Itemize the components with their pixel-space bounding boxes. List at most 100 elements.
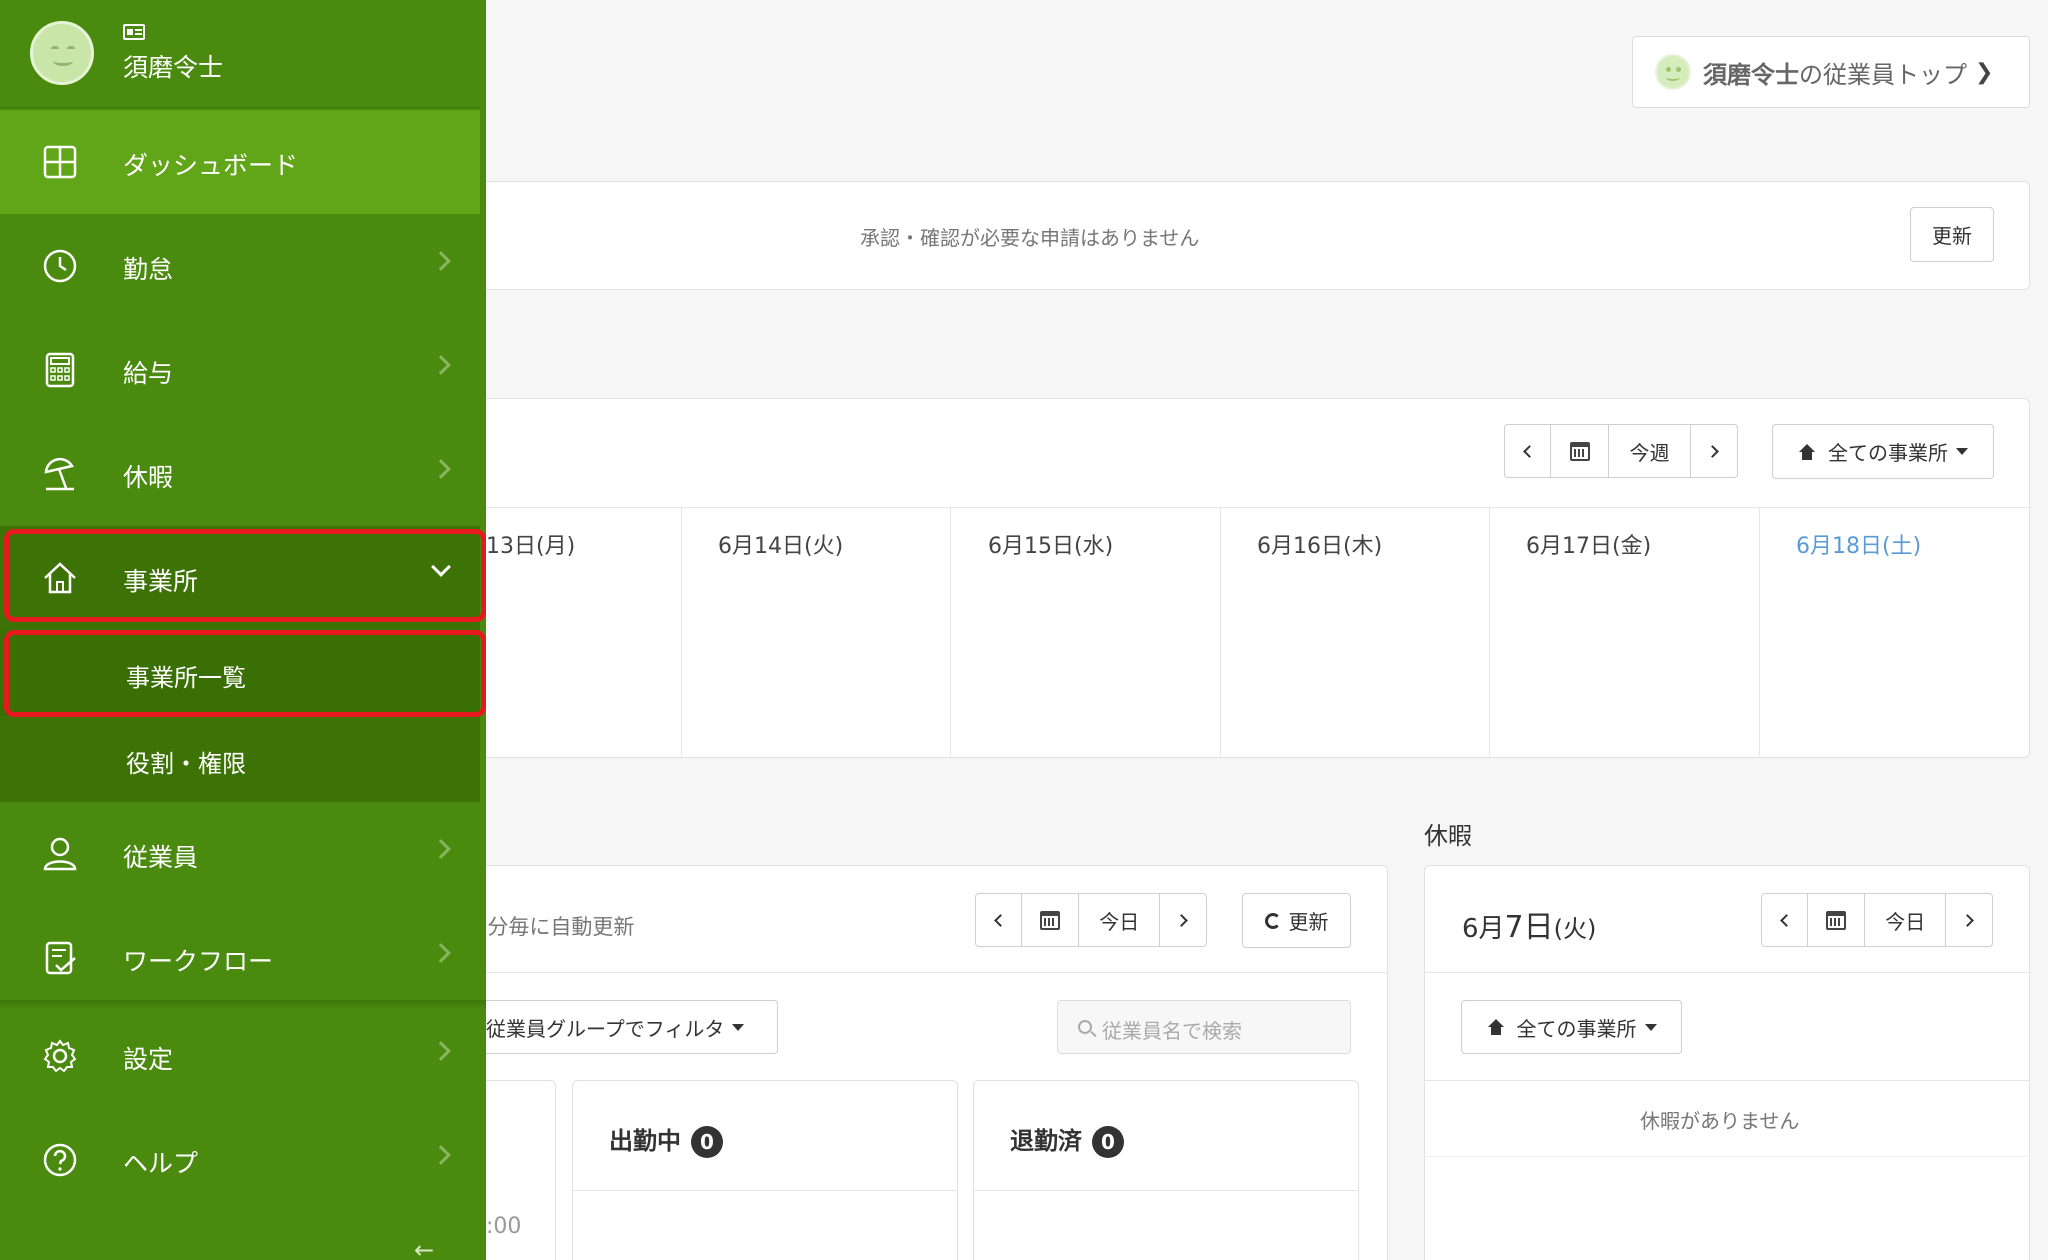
approvals-refresh-button[interactable]: 更新: [1910, 207, 1994, 262]
highlight-offices: [4, 529, 486, 622]
chevron-left-icon: [1779, 913, 1793, 927]
refresh-icon: [1264, 912, 1281, 929]
search-placeholder: 従業員名で検索: [1102, 1019, 1242, 1043]
day-label: 6月14日(火): [718, 534, 844, 559]
schedule-calendar-button[interactable]: [1551, 425, 1609, 477]
avatar: [30, 21, 94, 85]
sidebar-item-payroll[interactable]: 給与: [0, 318, 480, 422]
sidebar-item-vacation[interactable]: 休暇: [0, 422, 480, 526]
attendance-refresh-label: 更新: [1288, 910, 1329, 934]
chevron-left-icon: [1523, 444, 1536, 458]
clock-icon: [43, 249, 77, 283]
sidebar-item-label: ヘルプ: [123, 1149, 199, 1178]
sidebar-item-settings[interactable]: 設定: [0, 1004, 480, 1108]
day-label-saturday: 6月18日(土): [1796, 534, 1922, 559]
calendar-icon: [1039, 910, 1060, 930]
day-label: 6月17日(金): [1526, 534, 1652, 559]
employee-top-name: 須磨令士: [1703, 60, 1799, 89]
chevron-right-icon: [431, 943, 451, 963]
home-icon: [1487, 1019, 1505, 1035]
sidebar-item-employees[interactable]: 従業員: [0, 802, 480, 906]
sidebar-item-dashboard[interactable]: ダッシュボード: [0, 110, 480, 214]
chevron-right-icon: [431, 839, 451, 859]
schedule-office-filter[interactable]: 全ての事業所: [1772, 424, 1994, 479]
attendance-refresh-button[interactable]: 更新: [1242, 893, 1351, 948]
sidebar-item-help[interactable]: ヘルプ: [0, 1108, 480, 1212]
day-label: 6月16日(木): [1257, 534, 1383, 559]
sidebar-collapse-arrow-icon[interactable]: ←: [414, 1236, 434, 1260]
vacation-today-button[interactable]: 今日: [1865, 894, 1947, 946]
left-label: 退勤済: [1010, 1127, 1082, 1155]
chevron-right-icon: ❯: [1975, 59, 1994, 85]
attendance-column-working: 出勤中 0: [572, 1080, 958, 1260]
sidebar: 須磨令士 ダッシュボード 勤怠 給与 休暇 事業所 事業所一覧 役割・権限 従業…: [0, 0, 486, 1260]
attendance-day-nav: 今日: [975, 893, 1207, 947]
group-filter-button[interactable]: 従業員グループでフィルタ: [470, 1000, 778, 1054]
highlight-office-list: [4, 630, 486, 717]
chevron-right-icon: [431, 459, 451, 479]
schedule-this-week-button[interactable]: 今週: [1609, 425, 1691, 477]
chevron-right-icon: [1174, 913, 1188, 927]
help-icon: [43, 1143, 77, 1177]
attendance-next-button[interactable]: [1160, 894, 1206, 946]
gear-icon: [43, 1039, 77, 1073]
checklist-icon: [45, 941, 76, 975]
chevron-right-icon: [1960, 913, 1974, 927]
vacation-section-title: 休暇: [1424, 822, 1472, 850]
smiley-icon: [1655, 54, 1691, 90]
vacation-list-divider: [1424, 1080, 2030, 1081]
sidebar-username: 須磨令士: [123, 53, 224, 82]
chevron-right-icon: [431, 251, 451, 271]
vacation-calendar-button[interactable]: [1808, 894, 1866, 946]
sidebar-item-label: 従業員: [123, 843, 199, 872]
sidebar-item-label: ダッシュボード: [123, 151, 299, 180]
schedule-prev-button[interactable]: [1505, 425, 1551, 477]
day-column: [950, 508, 951, 756]
vacation-day-nav: 今日: [1761, 893, 1993, 947]
schedule-next-button[interactable]: [1691, 425, 1737, 477]
left-count-badge: 0: [1092, 1126, 1124, 1158]
attendance-column-left: 退勤済 0: [973, 1080, 1359, 1260]
day-column: [681, 508, 682, 756]
sidebar-user[interactable]: 須磨令士: [0, 0, 480, 108]
sidebar-item-attendance[interactable]: 勤怠: [0, 214, 480, 318]
day-label: 6月15日(水): [988, 534, 1114, 559]
vacation-next-button[interactable]: [1946, 894, 1992, 946]
id-card-icon: [123, 24, 145, 40]
column-header-divider: [974, 1190, 1358, 1191]
vacation-office-filter[interactable]: 全ての事業所: [1461, 1000, 1682, 1054]
employee-search-box[interactable]: 従業員名で検索: [1057, 1000, 1351, 1054]
employee-top-button[interactable]: 須磨令士 の従業員トップ ❯: [1632, 36, 2030, 108]
day-label: 13日(月): [486, 534, 576, 559]
auto-refresh-text: 5分毎に自動更新: [474, 915, 635, 939]
day-column: [1759, 508, 1760, 756]
sidebar-subitem-roles[interactable]: 役割・権限: [0, 716, 480, 802]
time-fragment: :00: [486, 1214, 522, 1239]
sidebar-subitem-label: 役割・権限: [126, 750, 246, 778]
sidebar-item-workflow[interactable]: ワークフロー: [0, 906, 480, 1010]
dashboard-icon: [43, 145, 77, 179]
sidebar-item-label: 設定: [123, 1045, 174, 1074]
sidebar-item-label: 給与: [123, 359, 174, 388]
calendar-icon: [1569, 441, 1590, 461]
schedule-header-divider: [470, 507, 2030, 508]
approvals-card: [470, 181, 2030, 290]
day-column: [1489, 508, 1490, 756]
schedule-week-nav: 今週: [1504, 424, 1738, 478]
sidebar-item-label: 休暇: [123, 463, 174, 492]
chevron-right-icon: [431, 355, 451, 375]
attendance-calendar-button[interactable]: [1022, 894, 1080, 946]
vacation-list-divider: [1424, 1156, 2030, 1157]
caret-down-icon: [1644, 1023, 1657, 1031]
chevron-right-icon: [431, 1145, 451, 1165]
employee-top-suffix: の従業員トップ: [1799, 60, 1967, 89]
vacation-prev-button[interactable]: [1762, 894, 1808, 946]
attendance-today-button[interactable]: 今日: [1079, 894, 1161, 946]
column-header-divider: [573, 1190, 957, 1191]
working-label: 出勤中: [609, 1127, 681, 1155]
home-icon: [1798, 443, 1816, 460]
vacation-date: 6月7日(火): [1462, 902, 1596, 946]
attendance-header-divider: [470, 972, 1388, 973]
vacation-date-month: 6月: [1462, 914, 1505, 944]
attendance-prev-button[interactable]: [976, 894, 1022, 946]
